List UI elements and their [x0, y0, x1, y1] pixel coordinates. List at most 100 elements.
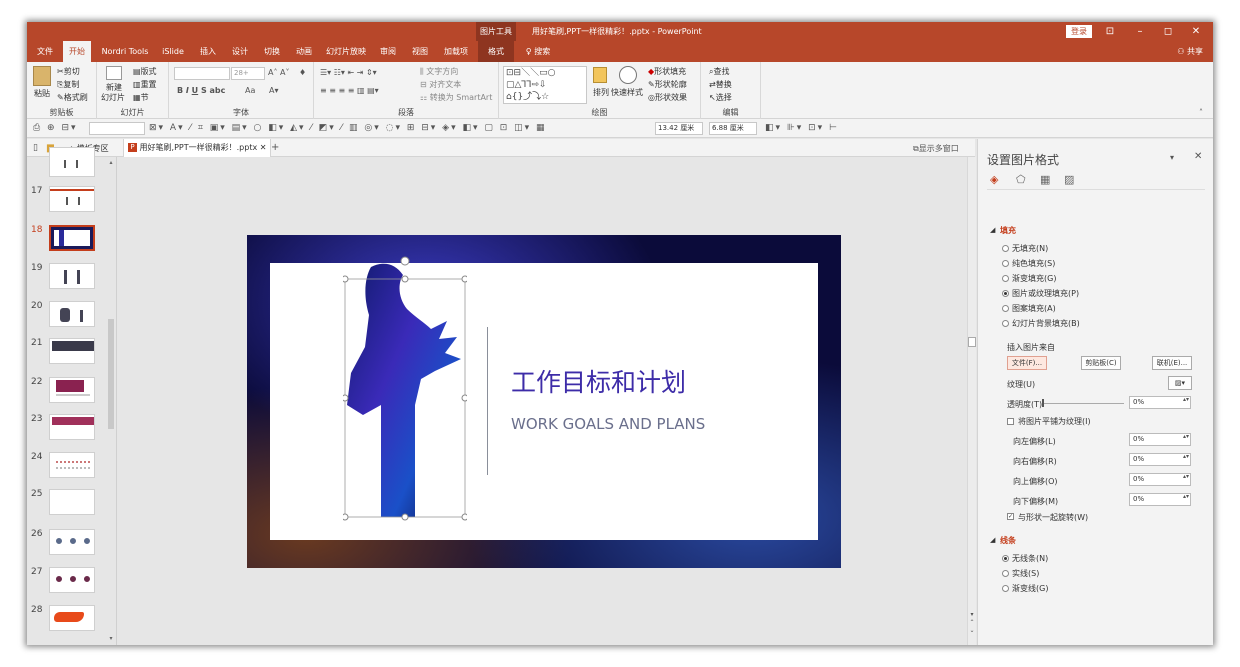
slide-thumbnail[interactable]: 25	[27, 489, 117, 521]
close-tab-icon[interactable]: ✕	[260, 143, 267, 152]
section-expand-icon[interactable]: ◢	[990, 226, 995, 234]
font-name-combo[interactable]	[174, 67, 230, 80]
picture-icon[interactable]: ▨	[1064, 173, 1074, 186]
radio-pattern-fill[interactable]	[1002, 305, 1009, 312]
scroll-down-icon[interactable]: ▾	[107, 635, 115, 643]
radio-gradient-line[interactable]	[1002, 585, 1009, 592]
text-direction-button[interactable]: ⫼ 文字方向	[420, 66, 458, 77]
slide-thumbnail-selected[interactable]: 18	[27, 225, 117, 257]
reset-button[interactable]: ▥重置	[133, 79, 157, 90]
qat-icons-left[interactable]: ⎙ ⊕ ⊟▾	[33, 123, 78, 133]
fill-section-header[interactable]: 填充	[1000, 225, 1016, 236]
shape-outline-button[interactable]: ✎形状轮廓	[648, 79, 687, 90]
height-input[interactable]: 6.88 厘米	[709, 122, 757, 135]
align-text-button[interactable]: ⊟ 对齐文本	[420, 79, 461, 90]
slide-thumbnail[interactable]: 20	[27, 301, 117, 333]
offset-bottom-input[interactable]: 0%	[1129, 493, 1191, 506]
restore-button[interactable]: ◻	[1154, 22, 1182, 41]
online-button[interactable]: 联机(E)...	[1152, 356, 1192, 370]
slide-thumbnail[interactable]: 24	[27, 452, 117, 484]
new-file-icon[interactable]: ▯	[33, 143, 38, 153]
fill-line-icon[interactable]: ◈	[990, 173, 998, 186]
radio-solid-line[interactable]	[1002, 570, 1009, 577]
rotate-handle[interactable]	[400, 256, 410, 266]
clipboard-button[interactable]: 剪贴板(C)	[1081, 356, 1121, 370]
tab-insert[interactable]: 插入	[195, 41, 221, 62]
collapse-ribbon-icon[interactable]: ˄	[1199, 108, 1203, 117]
bullets-icon[interactable]: ☰▾ ☷▾ ⇤ ⇥ ⇕▾	[320, 68, 377, 77]
change-case-button[interactable]: Aa	[245, 86, 255, 95]
resize-handle[interactable]	[343, 275, 349, 283]
shape-effects-button[interactable]: ◎形状效果	[648, 92, 687, 103]
tile-checkbox[interactable]	[1007, 418, 1014, 425]
arrange-icon[interactable]	[593, 67, 607, 83]
font-size-combo[interactable]: 28+	[231, 67, 265, 80]
scroll-up-icon[interactable]: ▴	[107, 159, 115, 167]
radio-gradient-fill[interactable]	[1002, 275, 1009, 282]
resize-handle[interactable]	[461, 275, 467, 283]
shape-fill-button[interactable]: ◆形状填充	[648, 66, 686, 77]
search-box[interactable]: ♀ 搜索	[521, 41, 555, 62]
tab-review[interactable]: 审阅	[375, 41, 401, 62]
minimize-button[interactable]: –	[1126, 22, 1154, 41]
scroll-thumb[interactable]	[108, 319, 114, 429]
clear-format-icon[interactable]: ♦	[299, 68, 306, 77]
radio-solid-fill[interactable]	[1002, 260, 1009, 267]
slide-thumbnail[interactable]: 19	[27, 263, 117, 295]
tab-slideshow[interactable]: 幻灯片放映	[323, 41, 369, 62]
slide-thumbnail[interactable]	[27, 147, 117, 189]
canvas-scrollbar[interactable]: ▾ ⌃ ⌄	[967, 157, 976, 645]
line-section-header[interactable]: 线条	[1000, 535, 1016, 546]
font-style-icons[interactable]: B I U S abc	[177, 86, 225, 95]
slide-thumbnail[interactable]: 26	[27, 529, 117, 561]
replace-button[interactable]: ⇄替换	[709, 79, 732, 90]
tab-design[interactable]: 设计	[227, 41, 253, 62]
quick-styles-button[interactable]: 快速样式	[611, 87, 643, 98]
arrange-button[interactable]: 排列	[593, 87, 609, 98]
slide-thumbnail[interactable]: 21	[27, 338, 117, 370]
select-button[interactable]: ↖选择	[709, 92, 732, 103]
size-properties-icon[interactable]: ▦	[1040, 173, 1050, 186]
paste-button[interactable]: 粘贴	[34, 88, 50, 99]
offset-left-input[interactable]: 0%	[1129, 433, 1191, 446]
slide[interactable]: 工作目标和计划 WORK GOALS AND PLANS	[247, 235, 841, 568]
font-color-icon[interactable]: A▾	[269, 86, 279, 95]
resize-handle[interactable]	[461, 394, 467, 402]
file-button[interactable]: 文件(F)...	[1007, 356, 1047, 370]
new-slide-icon[interactable]	[106, 66, 122, 80]
radio-background-fill[interactable]	[1002, 320, 1009, 327]
qat-combo[interactable]	[89, 122, 145, 135]
scroll-thumb[interactable]	[968, 337, 976, 347]
thumbnail-scrollbar[interactable]: ▴ ▾	[107, 159, 115, 643]
share-button[interactable]: ⚇ 共享	[1177, 41, 1203, 62]
quick-styles-icon[interactable]	[619, 66, 637, 84]
section-button[interactable]: ▦节	[133, 92, 149, 103]
resize-handle[interactable]	[401, 513, 409, 521]
copy-button[interactable]: ⎘复制	[57, 79, 79, 90]
align-icons[interactable]: ≡ ≡ ≡ ≡ ▥ ▤▾	[320, 86, 379, 95]
slide-thumbnail[interactable]: 23	[27, 414, 117, 446]
cut-button[interactable]: ✂剪切	[57, 66, 80, 77]
tab-addins[interactable]: 加载项	[439, 41, 473, 62]
format-painter-button[interactable]: ✎格式刷	[57, 92, 88, 103]
pane-options-icon[interactable]: ▾	[1170, 153, 1174, 162]
tab-view[interactable]: 视图	[407, 41, 433, 62]
ribbon-display-icon[interactable]: ⊡	[1096, 22, 1124, 41]
brush-one-picture[interactable]	[343, 255, 467, 525]
radio-no-fill[interactable]	[1002, 245, 1009, 252]
slide-title[interactable]: 工作目标和计划	[511, 363, 686, 399]
transparency-slider-thumb[interactable]	[1042, 399, 1044, 407]
slide-subtitle[interactable]: WORK GOALS AND PLANS	[511, 415, 705, 433]
tab-format[interactable]: 格式	[478, 41, 514, 62]
tab-islide[interactable]: iSlide	[158, 41, 188, 62]
paste-icon[interactable]	[33, 66, 51, 86]
resize-handle[interactable]	[343, 394, 349, 402]
tab-file[interactable]: 文件	[31, 41, 59, 62]
close-button[interactable]: ✕	[1182, 22, 1210, 41]
resize-handle[interactable]	[343, 513, 349, 521]
width-input[interactable]: 13.42 厘米	[655, 122, 703, 135]
offset-right-input[interactable]: 0%	[1129, 453, 1191, 466]
page-nav-icons[interactable]: ▾ ⌃ ⌄	[968, 611, 976, 635]
effects-icon[interactable]: ⬠	[1016, 173, 1026, 186]
find-button[interactable]: ⌕查找	[709, 66, 729, 77]
